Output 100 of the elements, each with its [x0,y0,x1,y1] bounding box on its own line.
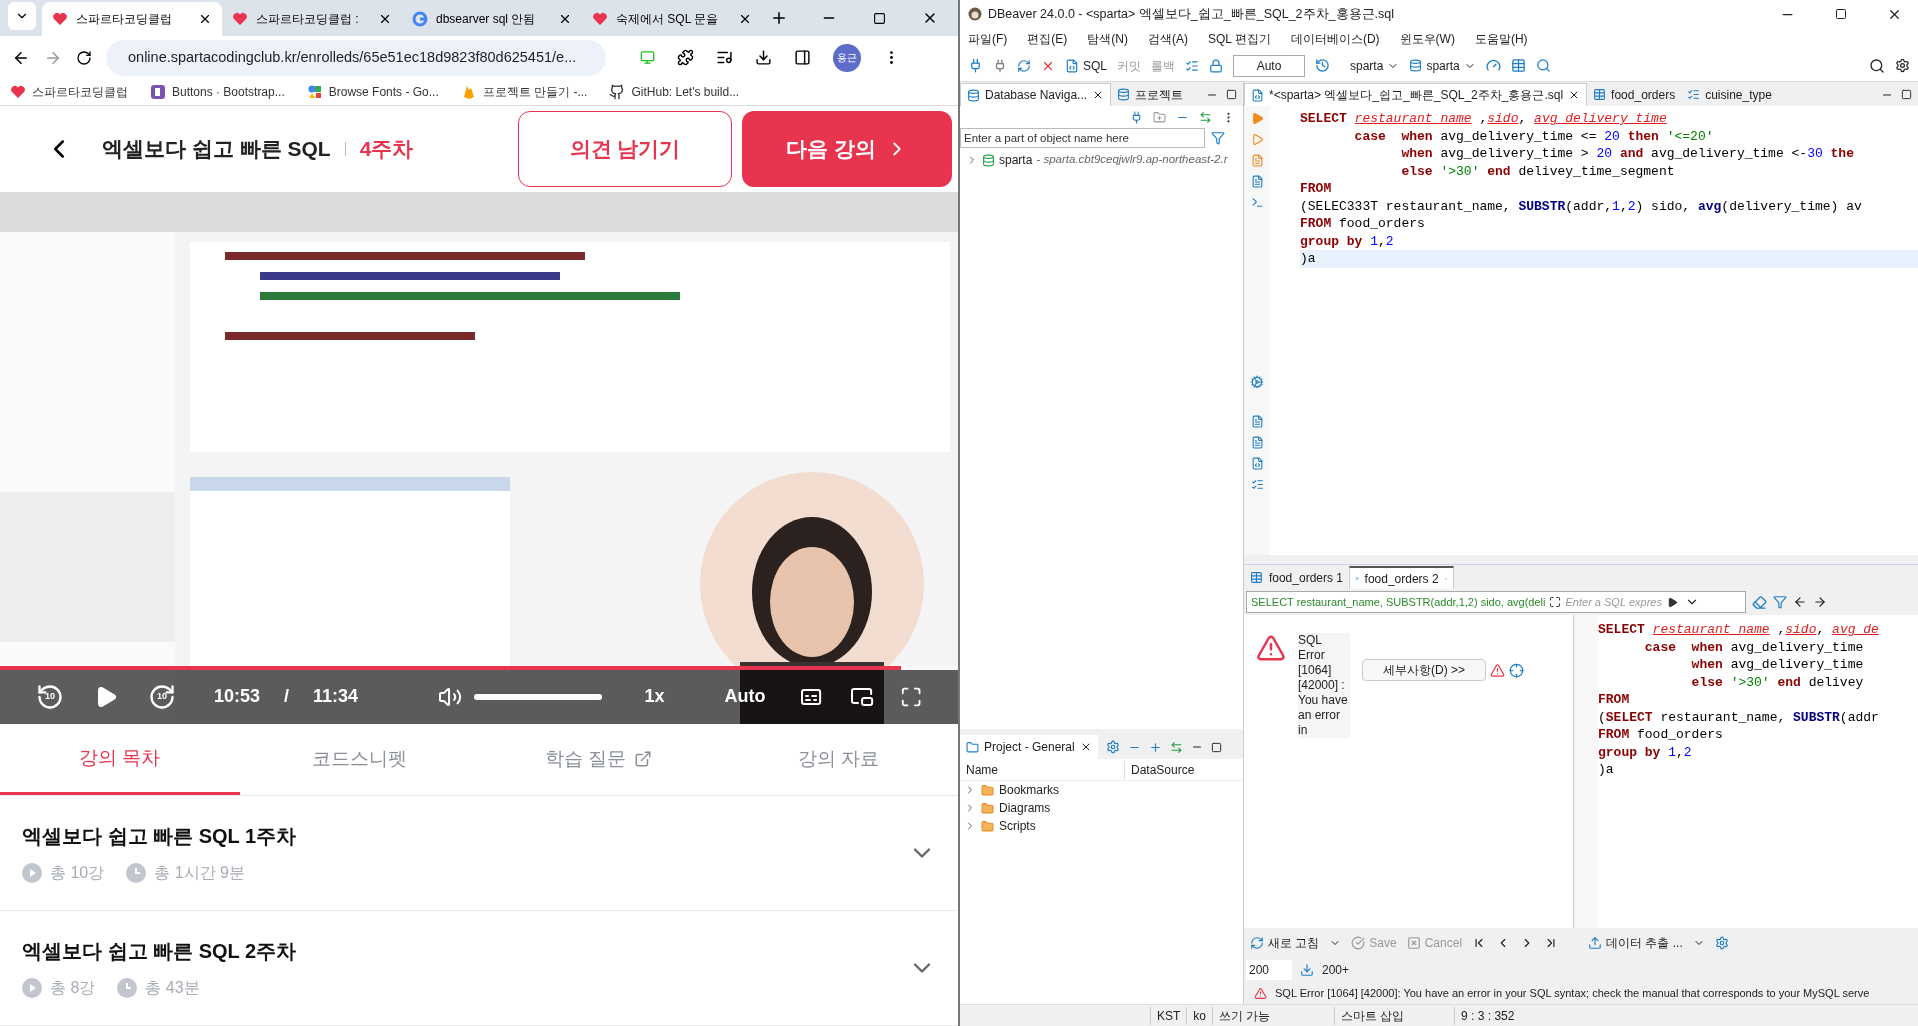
bookmark-link[interactable]: Browse Fonts - Go... [306,83,439,102]
menu-item[interactable]: 파일(F) [968,30,1008,48]
reconnect-icon[interactable] [1017,58,1031,73]
sql-editor-button[interactable]: SQL [1065,56,1107,75]
editor-tab[interactable]: food_orders [1587,83,1682,106]
reload-icon[interactable] [76,49,92,66]
folder-name[interactable]: Scripts [999,817,1036,835]
browser-tab[interactable]: 스파르타코딩클럽 : [222,2,402,36]
week-section[interactable]: 엑셀보다 쉽고 빠른 SQL 1주차 총 10강 총 1시간 9분 [0,796,958,911]
variables-icon[interactable] [1250,457,1264,470]
search-icon[interactable] [1869,57,1885,74]
new-tab-icon[interactable] [770,9,788,27]
object-filter-field[interactable]: Enter a part of object name here [960,128,1205,148]
time-separator: / [283,685,289,709]
next-lesson-button[interactable]: 다음 강의 [742,111,952,188]
menu-item[interactable]: 데이터베이스(D) [1290,30,1380,48]
view-tab[interactable]: Database Naviga... [960,83,1112,106]
column-header[interactable]: Name [960,760,1125,779]
new-connection-icon[interactable] [1130,110,1143,124]
extensions-icon[interactable] [677,49,694,67]
menu-item[interactable]: 검색(A) [1148,30,1188,48]
bookmark-link[interactable]: 스파르타코딩클럽 [10,83,128,102]
problems-icon[interactable] [1250,436,1264,449]
browser-tab[interactable]: dbsearver sql 안됨 [402,2,582,36]
export-icon[interactable] [1250,415,1264,428]
menu-item[interactable]: 윈도우(W) [1399,30,1455,48]
result-tab[interactable]: food_orders 1 [1244,566,1349,589]
profile-avatar[interactable]: 용근 [833,43,861,72]
settings-icon[interactable] [1105,740,1120,754]
menu-item[interactable]: 편집(E) [1027,30,1068,48]
refresh-button[interactable]: 새로 고침 [1250,934,1320,952]
settings-icon[interactable] [1250,375,1264,389]
perspective-icon[interactable] [1895,58,1910,73]
maximize-icon[interactable] [873,11,886,25]
link-editor-icon[interactable] [1169,740,1183,754]
folder-name[interactable]: Diagrams [999,799,1051,817]
bookmark-link[interactable]: Buttons · Bootstrap... [150,83,285,102]
transaction-icon[interactable] [1185,58,1199,73]
outline-icon[interactable] [1250,478,1264,491]
forward-button[interactable]: 10 [148,681,176,712]
plug-icon[interactable] [993,58,1007,73]
progress-fill[interactable] [0,665,901,670]
datasource-selector[interactable]: sparta [1350,56,1400,75]
back-icon[interactable] [1793,595,1807,609]
bookmark-link[interactable]: 프로젝트 만들기 -... [460,83,588,102]
details-button[interactable]: 세부사항(D) >> [1362,659,1486,681]
maximize-icon[interactable] [1901,89,1912,100]
editor-tab[interactable]: *<sparta> 엑셀보다_쉽고_빠른_SQL_2주차_홍용근.sql [1244,83,1588,106]
script-icon[interactable] [1250,175,1264,188]
crosshair-icon[interactable] [1509,662,1524,678]
fetch-all-button[interactable]: 200+ [1322,961,1350,979]
folder-name[interactable]: Bookmarks [999,781,1060,799]
quality-button[interactable]: Auto [724,683,766,711]
filter-icon[interactable] [1211,131,1225,145]
settings-icon[interactable] [1714,936,1729,950]
view-tab[interactable]: 프로젝트 [1111,83,1190,106]
lock-icon[interactable] [1209,58,1223,73]
dashboard-icon[interactable] [1485,58,1501,73]
explain-icon[interactable] [1250,154,1264,167]
new-folder-icon[interactable] [1153,110,1166,124]
view-tab[interactable]: Project - General [960,735,1098,759]
fetch-size-field[interactable]: 200 [1246,960,1292,980]
run-icon[interactable] [1250,112,1264,125]
maximize-icon[interactable] [1226,89,1237,100]
link-editor-icon[interactable] [1199,110,1212,124]
eraser-icon[interactable] [1752,594,1767,610]
menu-item[interactable]: 탐색(N) [1087,30,1128,48]
connection-name[interactable]: sparta [999,151,1033,169]
address-bar[interactable]: online.spartacodingclub.kr/enrolleds/65e51ec18d9823f80d625451/e... [106,39,606,76]
column-header[interactable]: DataSource [1125,760,1201,779]
export-button[interactable]: 데이터 추출 ... [1588,934,1683,952]
maximize-icon[interactable] [1835,8,1847,20]
speed-button[interactable]: 1x [644,683,665,711]
schema-selector[interactable]: sparta [1409,56,1476,75]
filter-icon[interactable] [1773,595,1787,609]
transaction-mode-field[interactable]: Auto [1233,54,1305,77]
course-tab[interactable]: 강의 목차 [0,723,240,795]
history-icon[interactable] [1315,58,1330,73]
editor-tab[interactable]: cuisine_type [1681,83,1778,106]
menu-item[interactable]: 도움말(H) [1474,30,1528,48]
browser-tab[interactable]: 숙제에서 SQL 문을 [582,2,762,36]
forward-icon[interactable] [1813,595,1827,609]
side-panel-icon[interactable] [794,49,811,67]
fetch-next-icon[interactable] [1300,963,1314,977]
bookmark-link[interactable]: GitHub: Let's build... [609,83,740,102]
new-connection-icon[interactable] [968,58,983,73]
monitor-icon[interactable] [640,50,655,66]
browser-tab[interactable]: 스파르타코딩클럽 [42,2,222,36]
terminal-icon[interactable] [1250,196,1264,209]
maximize-icon[interactable] [1210,741,1222,753]
run-script-icon[interactable] [1250,133,1264,146]
warning-icon[interactable] [1490,662,1505,678]
download-icon[interactable] [755,49,772,67]
add-icon[interactable] [1148,740,1162,754]
week-section[interactable]: 엑셀보다 쉽고 빠른 SQL 2주차 총 8강 총 43분 [0,911,958,1026]
result-tab[interactable]: food_orders 2 [1349,566,1454,589]
feedback-button[interactable]: 의견 남기기 [518,111,732,188]
volume-slider[interactable] [474,693,603,700]
rewind-button[interactable]: 10 [36,681,64,712]
menu-item[interactable]: SQL 편집기 [1208,30,1271,48]
